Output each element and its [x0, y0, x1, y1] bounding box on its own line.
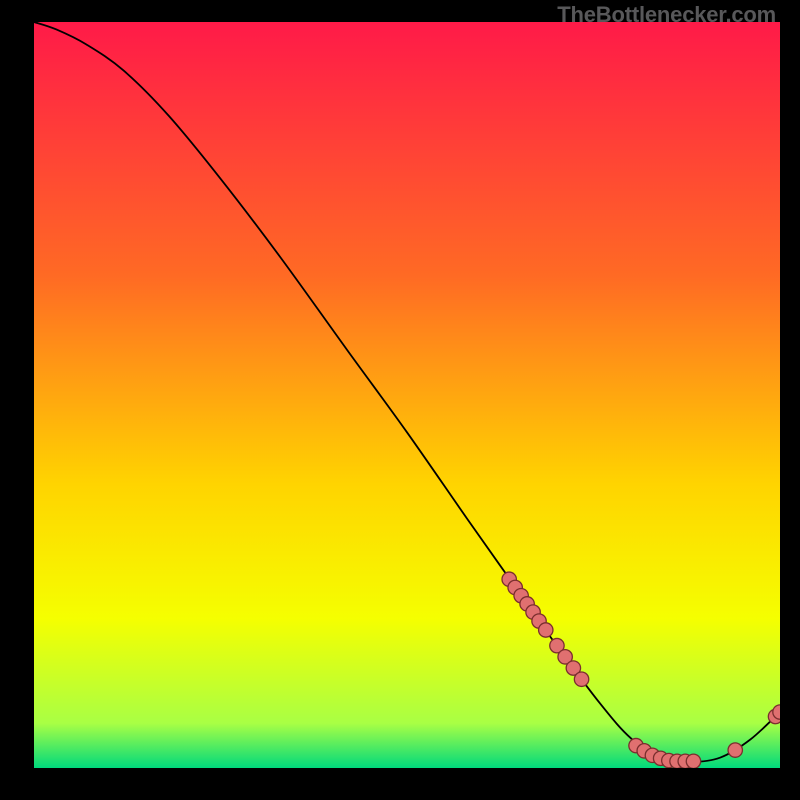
data-marker [686, 754, 700, 768]
gradient-background [34, 22, 780, 768]
plot-area [34, 22, 780, 768]
data-marker [728, 743, 742, 757]
chart-container [34, 22, 780, 768]
data-marker [574, 672, 588, 686]
data-marker [539, 623, 553, 637]
credit-label: TheBottlenecker.com [557, 2, 776, 28]
